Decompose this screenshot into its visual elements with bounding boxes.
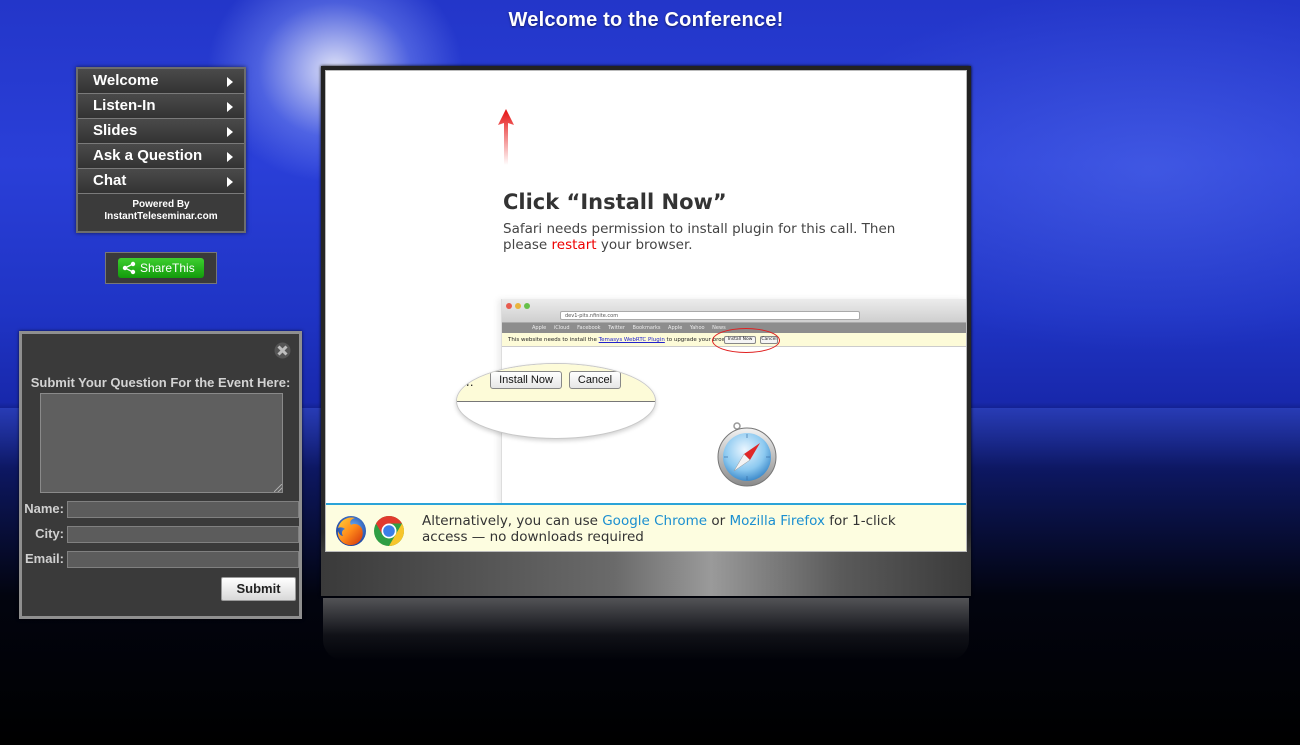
nav-item-chat[interactable]: Chat [78, 169, 244, 194]
chevron-right-icon [227, 152, 233, 162]
powered-by-line2: InstantTeleseminar.com [104, 211, 218, 222]
instruction-text-after: your browser. [596, 237, 693, 253]
resize-grip-icon[interactable] [274, 484, 282, 492]
close-icon[interactable] [274, 342, 291, 359]
share-icon [122, 261, 136, 275]
frame-reflection [323, 598, 969, 660]
nav-menu: Welcome Listen-In Slides Ask a Question … [76, 67, 246, 233]
alternative-text: Alternatively, you can use Google Chrome… [422, 513, 942, 545]
alt-text-middle: or [707, 513, 730, 529]
magnified-install-button: Install Now [490, 371, 562, 389]
chevron-right-icon [227, 127, 233, 137]
nav-item-label: Slides [93, 122, 138, 139]
question-panel: Submit Your Question For the Event Here:… [19, 331, 302, 619]
frame-bottom-bar [321, 552, 971, 596]
safari-icon [717, 422, 777, 487]
restart-highlight: restart [551, 237, 597, 253]
nav-item-label: Ask a Question [93, 147, 203, 164]
chevron-right-icon [227, 77, 233, 87]
instruction-text: Safari needs permission to install plugi… [503, 221, 923, 253]
alt-text-before: Alternatively, you can use [422, 513, 603, 529]
question-heading: Submit Your Question For the Event Here: [30, 375, 291, 390]
up-arrow-icon [498, 109, 514, 165]
email-label: Email: [24, 551, 64, 566]
magnified-notice: er. Install Now Cancel [456, 363, 656, 439]
chevron-right-icon [227, 177, 233, 187]
close-dot-icon [506, 303, 512, 309]
page-title: Welcome to the Conference! [508, 9, 784, 31]
google-chrome-link[interactable]: Google Chrome [602, 513, 707, 529]
name-field[interactable] [67, 501, 299, 518]
city-label: City: [35, 526, 64, 541]
name-label: Name: [24, 501, 64, 516]
nav-item-welcome[interactable]: Welcome [78, 69, 244, 94]
share-this-button[interactable]: ShareThis [118, 258, 204, 278]
powered-by[interactable]: Powered By InstantTeleseminar.com [78, 194, 244, 223]
highlight-ellipse [712, 328, 780, 353]
magnified-cancel-button: Cancel [569, 371, 621, 389]
plugin-install-panel: Click “Install Now” Safari needs permiss… [325, 70, 967, 552]
question-textarea[interactable] [40, 393, 283, 493]
share-label: ShareThis [140, 261, 195, 275]
alternative-browsers-strip: Alternatively, you can use Google Chrome… [326, 503, 966, 551]
nav-item-listen-in[interactable]: Listen-In [78, 94, 244, 119]
nav-item-label: Welcome [93, 72, 159, 89]
minimize-dot-icon [515, 303, 521, 309]
chevron-right-icon [227, 102, 233, 112]
submit-button[interactable]: Submit [221, 577, 296, 601]
city-field[interactable] [67, 526, 299, 543]
mozilla-firefox-link[interactable]: Mozilla Firefox [729, 513, 825, 529]
notice-text-before: This website needs to install the [508, 337, 599, 343]
browser-url-bar: dev1-pits.nfinite.com [560, 311, 860, 320]
nav-item-label: Chat [93, 172, 127, 189]
email-field[interactable] [67, 551, 299, 568]
chrome-icon[interactable] [372, 514, 406, 548]
zoom-dot-icon [524, 303, 530, 309]
magnified-band: er. Install Now Cancel [457, 364, 655, 402]
nav-item-slides[interactable]: Slides [78, 119, 244, 144]
nav-item-ask-question[interactable]: Ask a Question [78, 144, 244, 169]
share-box: ShareThis [105, 252, 217, 284]
firefox-icon[interactable] [334, 514, 368, 548]
instruction-title: Click “Install Now” [503, 190, 727, 214]
nav-item-label: Listen-In [93, 97, 156, 114]
notice-plugin-link: Temasys WebRTC Plugin [598, 337, 665, 343]
browser-titlebar: dev1-pits.nfinite.com [502, 299, 966, 323]
magnified-text: er. [459, 374, 474, 389]
powered-by-line1: Powered By [132, 199, 190, 210]
